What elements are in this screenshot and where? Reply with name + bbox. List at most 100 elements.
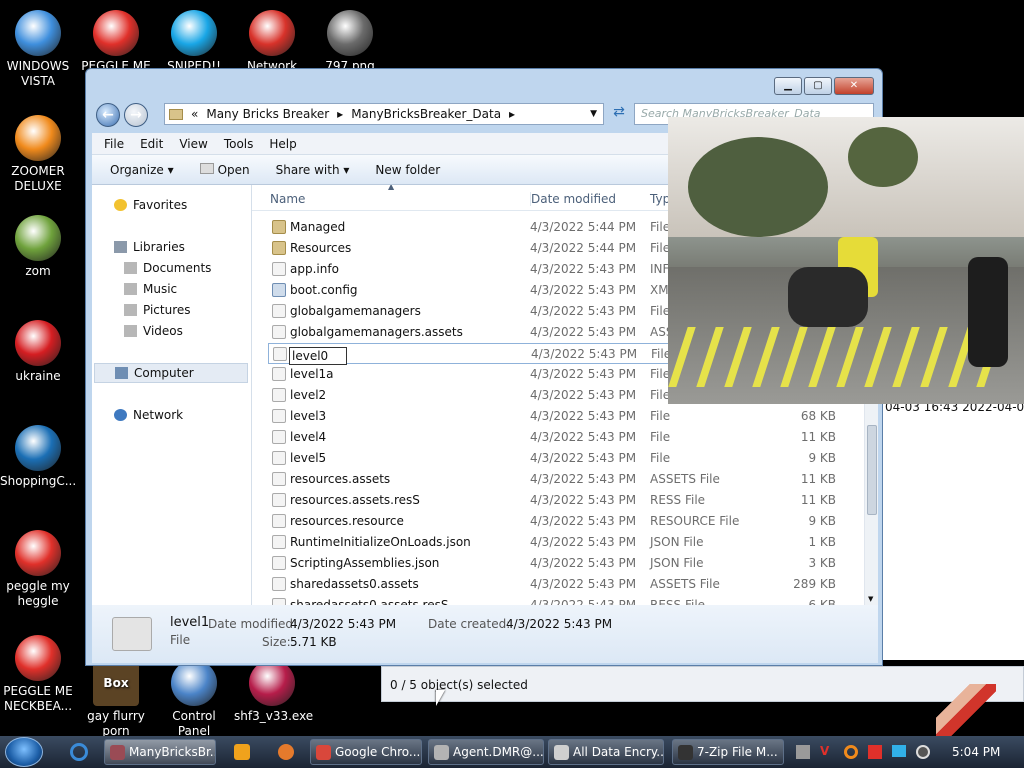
file-type: File: [650, 430, 671, 444]
organize-button[interactable]: Organize ▾: [110, 163, 174, 177]
file-type: INF: [650, 262, 670, 276]
refresh-icon[interactable]: ⇄: [608, 104, 630, 126]
file-type: ASSETS File: [650, 472, 720, 486]
network-icon: [249, 10, 295, 56]
nav-videos[interactable]: Videos: [124, 321, 183, 341]
desktop-icon-peggle-me-neckbeard[interactable]: PEGGLE ME NECKBEA...: [0, 635, 76, 714]
breadcrumb-prefix[interactable]: «: [191, 107, 198, 121]
pedestrian-shape: [968, 257, 1008, 367]
taskbar-button[interactable]: 7-Zip File M...: [672, 739, 784, 765]
details-file-name: level1: [170, 615, 210, 630]
file-row[interactable]: sharedassets0.assets.resS 4/3/2022 5:43 P…: [252, 595, 862, 605]
menu-view[interactable]: View: [179, 137, 207, 151]
desktop-icon-zom[interactable]: zom: [0, 215, 76, 279]
desktop-icon-797-png[interactable]: 797.png: [312, 10, 388, 74]
taskbar-button-label: Agent.DMR@...: [453, 745, 544, 759]
details-size-value: 5.71 KB: [290, 635, 337, 649]
file-date: 4/3/2022 5:43 PM: [530, 388, 637, 402]
rename-input[interactable]: level0: [289, 347, 347, 365]
paint-icon[interactable]: [278, 744, 294, 760]
taskbar-button[interactable]: ManyBricksBr...: [104, 739, 216, 765]
scrollbar-thumb[interactable]: [867, 425, 877, 515]
file-row[interactable]: level4 4/3/2022 5:43 PM File 11 KB: [252, 427, 862, 448]
desktop-icon-shf3-exe[interactable]: shf3_v33.exe: [234, 660, 313, 724]
taskbar-button-label: All Data Encry...: [573, 745, 664, 759]
menu-help[interactable]: Help: [269, 137, 296, 151]
tray-search-icon[interactable]: [844, 745, 858, 759]
desktop-icon-ukraine[interactable]: ukraine: [0, 320, 76, 384]
menu-edit[interactable]: Edit: [140, 137, 163, 151]
forward-button[interactable]: →: [124, 103, 148, 127]
desktop-icon-network[interactable]: Network: [234, 10, 310, 74]
internet-explorer-icon[interactable]: [70, 743, 88, 761]
file-name: resources.assets: [290, 472, 391, 486]
desktop-icon-peggle-me[interactable]: PEGGLE ME: [78, 10, 154, 74]
video-overlay[interactable]: [668, 117, 1024, 404]
column-name[interactable]: Name: [270, 192, 305, 206]
start-button[interactable]: [5, 737, 43, 767]
nav-music[interactable]: Music: [124, 279, 177, 299]
open-button[interactable]: Open: [199, 162, 250, 177]
file-row[interactable]: resources.assets 4/3/2022 5:43 PM ASSETS F…: [252, 469, 862, 490]
file-row[interactable]: ScriptingAssemblies.json 4/3/2022 5:43 PM…: [252, 553, 862, 574]
nav-pictures[interactable]: Pictures: [124, 300, 191, 320]
nav-favorites-label: Favorites: [133, 198, 188, 212]
desktop-icon-control-panel[interactable]: Control Panel: [156, 660, 232, 739]
desktop-icon-gay-flurry[interactable]: Box gay flurry porn: [78, 660, 154, 739]
desktop-icon-windows-vista[interactable]: WINDOWS VISTA: [0, 10, 76, 89]
file-row[interactable]: sharedassets0.assets 4/3/2022 5:43 PM ASSE…: [252, 574, 862, 595]
music-icon: [124, 283, 137, 295]
nav-libraries[interactable]: Libraries: [114, 237, 185, 257]
taskbar-app-icon: [316, 745, 331, 760]
scroll-down-icon[interactable]: ▼: [868, 595, 873, 603]
nav-computer-label: Computer: [134, 366, 194, 380]
address-dropdown-icon[interactable]: ▼: [590, 109, 597, 119]
taskbar-button[interactable]: Google Chro...: [310, 739, 422, 765]
zoomer-deluxe-icon: [15, 115, 61, 161]
taskbar-button[interactable]: All Data Encry...: [548, 739, 664, 765]
address-bar[interactable]: « Many Bricks Breaker ▸ ManyBricksBreake…: [164, 103, 604, 125]
nav-favorites[interactable]: Favorites: [114, 195, 187, 215]
desktop-icon-zoomer-deluxe[interactable]: ZOOMER DELUXE: [0, 115, 76, 194]
file-date: 4/3/2022 5:44 PM: [530, 241, 637, 255]
tray-flag-icon[interactable]: [868, 745, 882, 759]
desktop-icon-shopping[interactable]: ShoppingC...: [0, 425, 76, 489]
breadcrumb-item-1[interactable]: ManyBricksBreaker_Data: [351, 107, 501, 121]
clock[interactable]: 5:04 PM: [952, 745, 1000, 759]
file-icon: [272, 325, 286, 339]
file-row[interactable]: level3 4/3/2022 5:43 PM File 68 KB: [252, 406, 862, 427]
nav-network[interactable]: Network: [114, 405, 183, 425]
computer-icon: [115, 367, 128, 379]
back-button[interactable]: ←: [96, 103, 120, 127]
taskbar-button[interactable]: Agent.DMR@...: [428, 739, 544, 765]
breadcrumb-item-0[interactable]: Many Bricks Breaker: [206, 107, 329, 121]
menu-file[interactable]: File: [104, 137, 124, 151]
tray-volume-icon[interactable]: [916, 745, 930, 759]
tray-app-icon[interactable]: [796, 745, 810, 759]
share-with-button[interactable]: Share with ▾: [276, 163, 350, 177]
desktop-icon-label: peggle my heggle: [6, 579, 70, 608]
tray-v-icon[interactable]: V: [820, 744, 829, 758]
nav-documents[interactable]: Documents: [124, 258, 211, 278]
file-type: RESS File: [650, 493, 706, 507]
nav-computer[interactable]: Computer: [94, 363, 248, 383]
file-row[interactable]: resources.resource 4/3/2022 5:43 PM RESOUR…: [252, 511, 862, 532]
column-date-modified[interactable]: Date modified: [530, 192, 616, 206]
menu-tools[interactable]: Tools: [224, 137, 254, 151]
file-row[interactable]: resources.assets.resS 4/3/2022 5:43 PM RES…: [252, 490, 862, 511]
file-size: 1 KB: [808, 535, 836, 549]
minimize-button[interactable]: ▁: [774, 77, 802, 95]
maximize-button[interactable]: ▢: [804, 77, 832, 95]
desktop-icon-peggle-my-heggle[interactable]: peggle my heggle: [0, 530, 76, 609]
file-row[interactable]: level5 4/3/2022 5:43 PM File 9 KB: [252, 448, 862, 469]
nav-libraries-label: Libraries: [133, 240, 185, 254]
file-icon: [272, 409, 286, 423]
ukraine-icon: [15, 320, 61, 366]
nav-music-label: Music: [143, 282, 178, 296]
file-row[interactable]: RuntimeInitializeOnLoads.json 4/3/2022 5:…: [252, 532, 862, 553]
file-thumbnail-icon: [112, 617, 152, 651]
new-folder-button[interactable]: New folder: [375, 163, 440, 177]
close-button[interactable]: ✕: [834, 77, 874, 95]
media-player-icon[interactable]: [234, 744, 250, 760]
tray-network-icon[interactable]: [892, 745, 906, 757]
